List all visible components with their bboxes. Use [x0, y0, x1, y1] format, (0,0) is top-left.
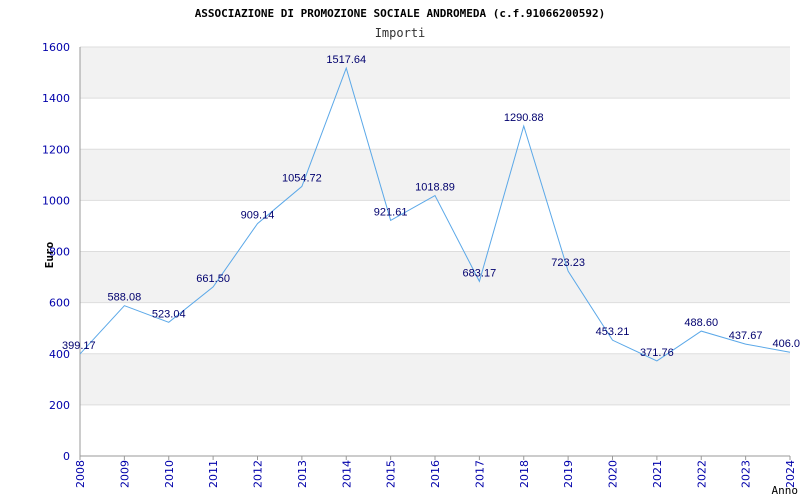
x-tick-label: 2017 [473, 460, 486, 488]
grid-band [80, 251, 790, 303]
value-labels: 399.17 588.08 523.04 661.50 909.14 1054.72 151… [62, 54, 800, 359]
x-tick-label: 2011 [207, 460, 220, 488]
x-tick-label: 2019 [562, 460, 575, 488]
data-label: 453.21 [596, 326, 630, 338]
data-label: 723.23 [551, 257, 585, 269]
data-label: 371.76 [640, 347, 674, 359]
data-label: 399.17 [62, 340, 96, 352]
data-label: 488.60 [684, 317, 718, 329]
x-tick-label: 2012 [252, 460, 265, 488]
x-tick-label: 2022 [695, 460, 708, 488]
chart-title: ASSOCIAZIONE DI PROMOZIONE SOCIALE ANDRO… [195, 7, 606, 20]
grid-band [80, 47, 790, 99]
data-label: 523.04 [152, 308, 186, 320]
x-tick-label: 2008 [74, 460, 87, 488]
data-label: 921.61 [374, 206, 408, 218]
x-tick-label: 2020 [607, 460, 620, 488]
data-label: 1054.72 [282, 172, 322, 184]
x-tick-label: 2015 [385, 460, 398, 488]
line-chart: 02004006008001000120014001600 2008 2009 20… [42, 7, 800, 497]
y-tick-label: 600 [49, 297, 70, 310]
data-label: 683.17 [463, 267, 497, 279]
x-tick-label: 2013 [296, 460, 309, 488]
grid-bands [80, 47, 790, 405]
y-axis-label: Euro [43, 241, 56, 268]
y-tick-label: 1000 [42, 194, 70, 207]
y-tick-label: 1600 [42, 41, 70, 54]
x-axis-label: Anno [772, 484, 799, 497]
data-label: 437.67 [729, 330, 763, 342]
data-label: 1517.64 [326, 54, 366, 66]
y-tick-label: 1400 [42, 92, 70, 105]
data-label: 661.50 [196, 273, 230, 285]
x-tick-label: 2021 [651, 460, 664, 488]
x-tick-label: 2014 [340, 460, 353, 488]
chart-subtitle: Importi [375, 26, 426, 40]
x-tick-label: 2016 [429, 460, 442, 488]
data-label: 588.08 [108, 292, 142, 304]
data-label: 1290.88 [504, 112, 544, 124]
y-tick-label: 200 [49, 399, 70, 412]
y-tick-label: 0 [63, 450, 70, 463]
grid-band [80, 353, 790, 405]
x-tick-label: 2023 [740, 460, 753, 488]
x-tick-labels: 2008 2009 2010 2011 2012 2013 2014 2015 2016 2017… [74, 460, 797, 488]
x-tick-label: 2009 [118, 460, 131, 488]
x-tick-label: 2010 [163, 460, 176, 488]
y-tick-label: 1200 [42, 143, 70, 156]
data-label: 909.14 [241, 210, 275, 222]
x-tick-label: 2018 [518, 460, 531, 488]
data-label: 1018.89 [415, 182, 455, 194]
data-label: 406.0 [772, 338, 800, 350]
